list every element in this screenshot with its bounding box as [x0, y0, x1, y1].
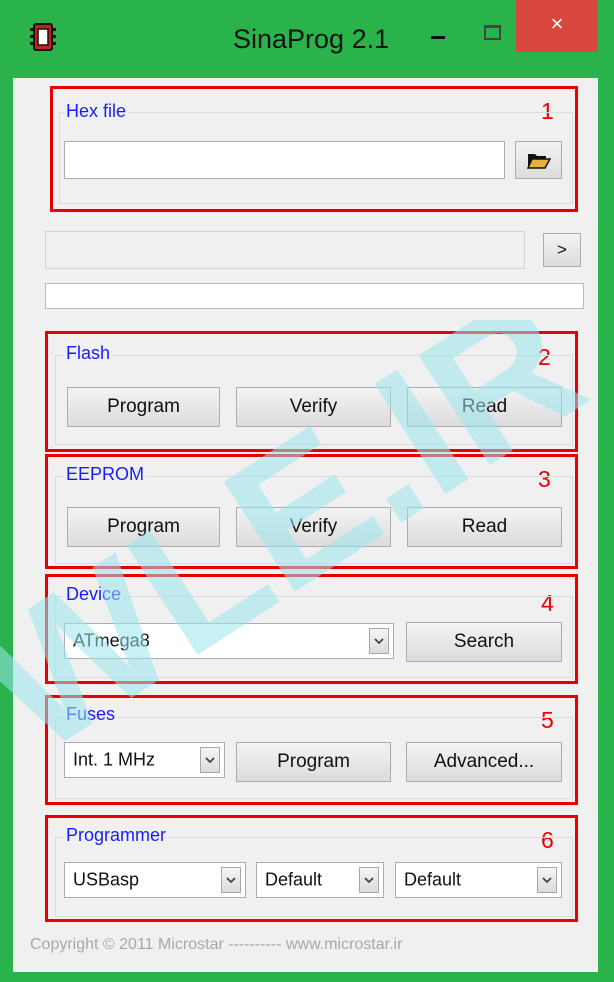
- eeprom-verify-button[interactable]: Verify: [236, 507, 391, 547]
- chevron-down-icon[interactable]: [221, 867, 241, 893]
- chip-icon[interactable]: [30, 22, 56, 52]
- minimize-button[interactable]: [427, 16, 455, 46]
- fuses-label: Fuses: [64, 704, 118, 725]
- app-window: SinaProg 2.1 × 1 Hex file > 2 Flash Prog…: [0, 0, 614, 982]
- flash-program-button[interactable]: Program: [67, 387, 220, 427]
- fuses-select-value: Int. 1 MHz: [73, 749, 156, 770]
- maximize-button[interactable]: [478, 16, 508, 46]
- browse-button[interactable]: [515, 141, 562, 179]
- chevron-down-icon[interactable]: [200, 747, 220, 773]
- device-search-button[interactable]: Search: [406, 622, 562, 662]
- eeprom-label: EEPROM: [64, 464, 147, 485]
- programmer-select-value: USBasp: [73, 869, 140, 890]
- chevron-down-icon[interactable]: [359, 867, 379, 893]
- flash-read-button[interactable]: Read: [407, 387, 562, 427]
- device-select-value: ATmega8: [73, 630, 150, 651]
- speed-select[interactable]: Default: [395, 862, 562, 898]
- device-select[interactable]: ATmega8: [64, 623, 394, 659]
- port-select[interactable]: Default: [256, 862, 384, 898]
- fuses-advanced-button[interactable]: Advanced...: [406, 742, 562, 782]
- flash-verify-button[interactable]: Verify: [236, 387, 391, 427]
- progress-bar: [45, 283, 584, 309]
- folder-open-icon: [526, 154, 551, 169]
- fuses-program-button[interactable]: Program: [236, 742, 391, 782]
- device-label: Device: [64, 584, 124, 605]
- eeprom-program-button[interactable]: Program: [67, 507, 220, 547]
- programmer-select[interactable]: USBasp: [64, 862, 246, 898]
- hex-file-label: Hex file: [64, 101, 129, 122]
- window-title: SinaProg 2.1: [233, 24, 390, 54]
- command-input[interactable]: [45, 231, 525, 269]
- copyright-footer: Copyright © 2011 Microstar ---------- ww…: [30, 936, 403, 953]
- port-select-value: Default: [265, 869, 323, 890]
- chevron-down-icon[interactable]: [537, 867, 557, 893]
- hex-file-input[interactable]: [64, 141, 505, 179]
- flash-label: Flash: [64, 343, 113, 364]
- fuses-select[interactable]: Int. 1 MHz: [64, 742, 225, 778]
- programmer-label: Programmer: [64, 825, 169, 846]
- eeprom-read-button[interactable]: Read: [407, 507, 562, 547]
- speed-select-value: Default: [404, 869, 462, 890]
- send-button[interactable]: >: [543, 233, 581, 267]
- chevron-down-icon[interactable]: [369, 628, 389, 654]
- close-button[interactable]: ×: [516, 0, 598, 52]
- title-bar[interactable]: SinaProg 2.1 ×: [0, 0, 614, 78]
